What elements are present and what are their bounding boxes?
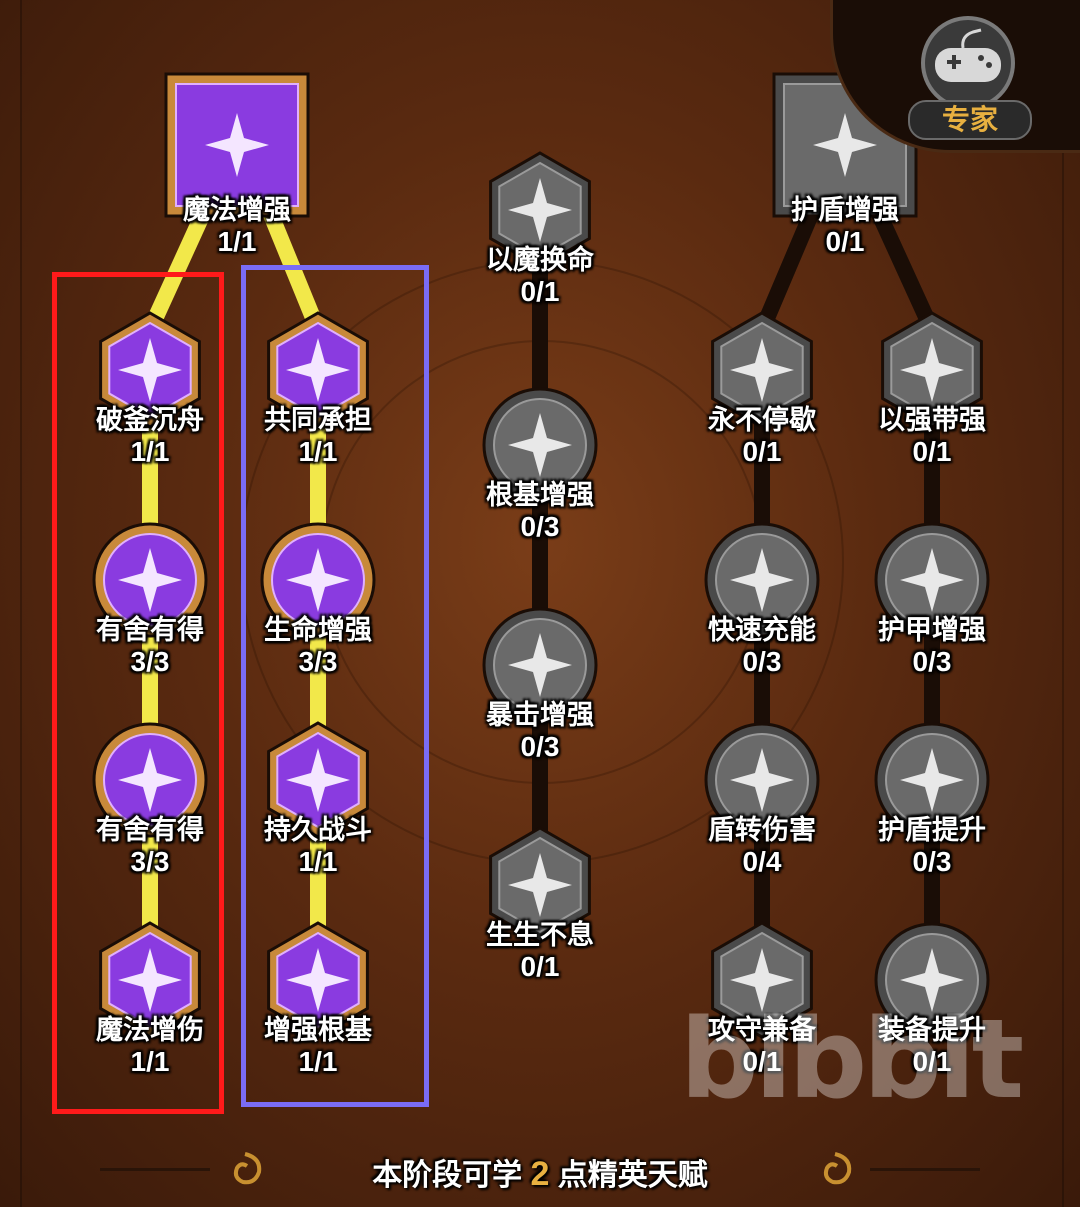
footer-suffix: 点精英天赋: [557, 1159, 708, 1192]
talent-name: 护盾提升: [878, 815, 986, 845]
talent-node[interactable]: 永不停歇 0/1: [687, 310, 837, 500]
footer: 本阶段可学 2 点精英天赋: [0, 1140, 1080, 1200]
talent-points: 0/4: [742, 846, 782, 877]
talent-name: 盾转伤害: [708, 815, 816, 845]
talent-name: 永不停歇: [708, 405, 816, 435]
talent-points: 0/1: [825, 226, 865, 257]
talent-node[interactable]: 根基增强 0/3: [465, 385, 615, 575]
footer-divider-left: [100, 1168, 210, 1171]
footer-divider-right: [870, 1168, 980, 1171]
footer-points: 2: [530, 1155, 550, 1193]
talent-points: 0/3: [912, 846, 952, 877]
talent-points: 0/3: [912, 646, 952, 677]
talent-name: 护甲增强: [878, 615, 986, 645]
talent-name: 以强带强: [878, 405, 986, 435]
talent-name: 护盾增强: [791, 195, 899, 225]
talent-points: 0/1: [520, 276, 560, 307]
talent-points: 0/1: [912, 436, 952, 467]
talent-node[interactable]: 以魔换命 0/1: [465, 150, 615, 340]
talent-name: 以魔换命: [486, 245, 594, 275]
swirl-ornament-icon: [233, 1152, 262, 1185]
talent-points: 0/3: [742, 646, 782, 677]
gamepad-icon: [921, 16, 1015, 108]
highlight-box-middle-column: [241, 265, 429, 1107]
talent-points: 0/1: [520, 951, 560, 982]
talent-name: 暴击增强: [486, 700, 594, 730]
talent-node[interactable]: 快速充能 0/3: [687, 520, 837, 710]
highlight-box-left-column: [52, 272, 224, 1114]
talent-node[interactable]: 生生不息 0/1: [465, 825, 615, 1015]
talent-node[interactable]: 盾转伤害 0/4: [687, 720, 837, 910]
footer-prefix: 本阶段可学: [372, 1159, 523, 1192]
footer-points-text: 本阶段可学 2 点精英天赋: [340, 1150, 740, 1194]
talent-name: 快速充能: [708, 615, 816, 645]
talent-node[interactable]: 护盾提升 0/3: [857, 720, 1007, 910]
talent-points: 0/3: [520, 511, 560, 542]
talent-points: 0/3: [520, 731, 560, 762]
talent-node[interactable]: 魔法增强 1/1: [162, 70, 312, 290]
talent-points: 0/1: [742, 436, 782, 467]
talent-node[interactable]: 护甲增强 0/3: [857, 520, 1007, 710]
watermark: bibbit: [680, 995, 1024, 1123]
difficulty-label: 专家: [908, 100, 1032, 140]
talent-name: 魔法增强: [183, 195, 291, 225]
talent-name: 根基增强: [486, 480, 594, 510]
talent-tree-screen: 魔法增强 1/1 护盾增强 0/1 破釜沉舟 1/1 有舍有得 3/3 有舍有得 3/3 魔法增伤 1…: [0, 0, 1080, 1207]
talent-node[interactable]: 以强带强 0/1: [857, 310, 1007, 500]
talent-node[interactable]: 暴击增强 0/3: [465, 605, 615, 795]
talent-points: 1/1: [217, 226, 257, 257]
swirl-ornament-icon: [823, 1152, 852, 1185]
talent-name: 生生不息: [486, 920, 594, 950]
